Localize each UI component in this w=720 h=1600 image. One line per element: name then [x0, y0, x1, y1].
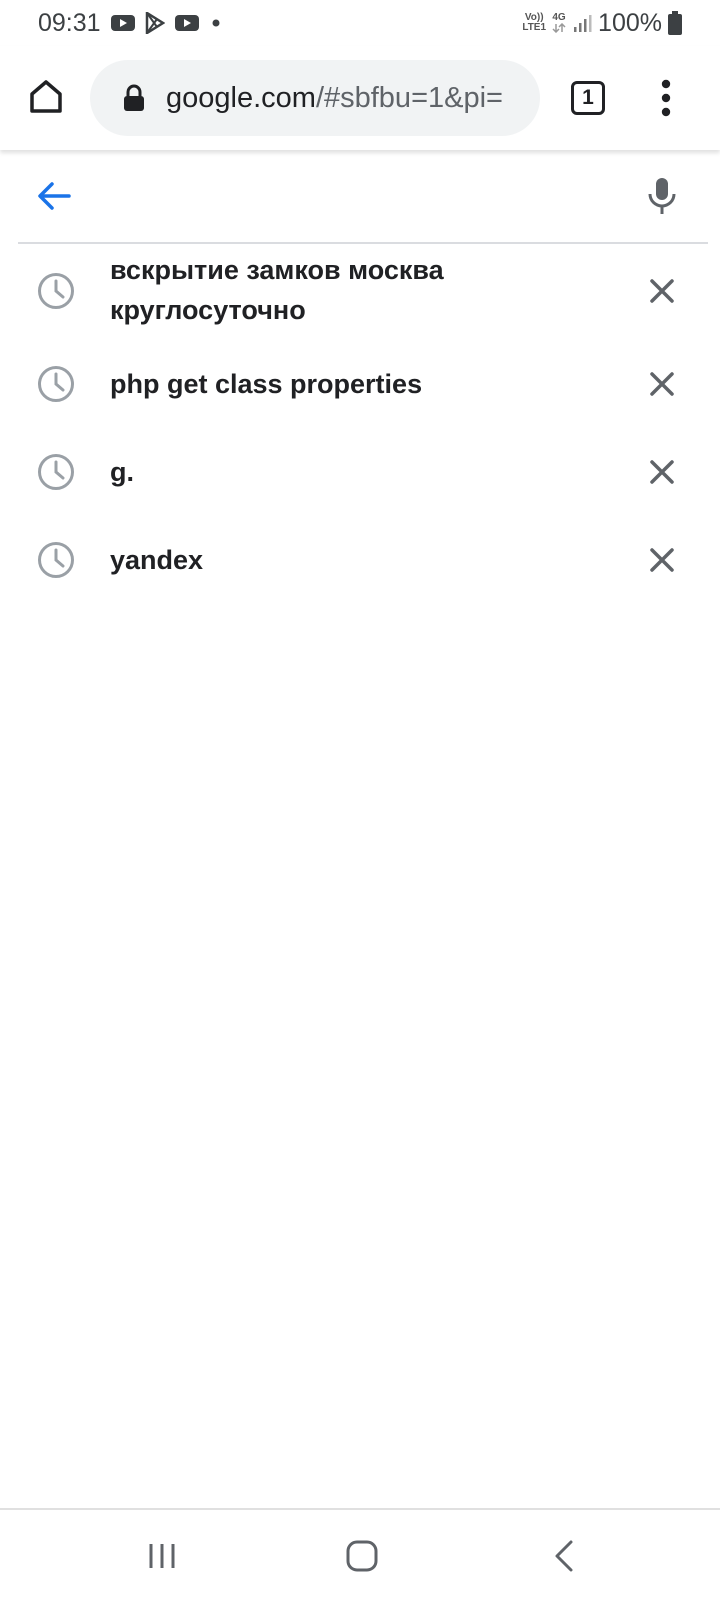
- lte-label: LTE1: [522, 22, 547, 33]
- suggestion-item[interactable]: php get class properties: [0, 338, 720, 426]
- dot-icon: [209, 16, 223, 30]
- address-bar[interactable]: google.com/#sbfbu=1&pi=: [90, 60, 540, 136]
- arrow-back-icon: [38, 182, 71, 210]
- url-host: google.com: [166, 81, 316, 114]
- history-clock-icon: [36, 452, 76, 492]
- history-clock-icon: [36, 540, 76, 580]
- signal-icon: [572, 13, 592, 33]
- status-time: 09:31: [38, 8, 101, 37]
- suggestion-list: вскрытие замков москва круглосуточно php…: [0, 244, 720, 602]
- voice-search-button[interactable]: [640, 172, 684, 220]
- network-label: 4G: [552, 12, 566, 23]
- url-path: /#sbfbu=1&pi=: [315, 81, 503, 114]
- youtube-icon: [110, 14, 135, 32]
- history-clock-icon: [36, 364, 76, 404]
- battery-icon: [668, 11, 682, 35]
- home-icon: [30, 80, 62, 113]
- suggestion-item[interactable]: g.: [0, 426, 720, 514]
- recent-apps-icon: [149, 1544, 175, 1568]
- suggestion-text: g.: [110, 457, 134, 487]
- microphone-icon: [648, 178, 676, 214]
- close-icon: [650, 279, 674, 303]
- close-icon: [650, 372, 674, 396]
- tab-count: 1: [571, 81, 605, 115]
- suggestion-text: вскрытие замков москва круглосуточно: [110, 255, 444, 325]
- overflow-menu-button[interactable]: [644, 72, 688, 124]
- home-nav-button[interactable]: [332, 1534, 392, 1578]
- lock-icon: [120, 82, 148, 114]
- suggestion-text: php get class properties: [110, 369, 423, 399]
- history-clock-icon: [36, 271, 76, 311]
- back-chevron-icon: [555, 1540, 573, 1572]
- play-store-icon: [145, 12, 165, 34]
- suggestion-text: yandex: [110, 545, 204, 575]
- status-right: Vo)) LTE1 4G 100%: [522, 9, 682, 38]
- back-nav-button[interactable]: [534, 1534, 594, 1578]
- suggestion-item[interactable]: вскрытие замков москва круглосуточно: [0, 244, 720, 338]
- home-button[interactable]: [22, 72, 70, 120]
- tab-switcher-button[interactable]: 1: [566, 76, 610, 120]
- network-4g-indicator: 4G: [552, 13, 566, 33]
- recent-apps-button[interactable]: [132, 1534, 192, 1578]
- youtube-icon: [174, 14, 199, 32]
- status-bar: 09:31 Vo)) LTE1 4G 100%: [0, 0, 720, 46]
- status-left: 09:31: [38, 9, 223, 38]
- browser-toolbar: google.com/#sbfbu=1&pi= 1: [0, 46, 720, 150]
- home-circle-icon: [346, 1540, 378, 1572]
- close-icon: [650, 460, 674, 484]
- suggestion-item[interactable]: yandex: [0, 514, 720, 602]
- remove-suggestion-button[interactable]: [644, 454, 680, 490]
- remove-suggestion-button[interactable]: [644, 542, 680, 578]
- system-navigation-bar: [0, 1508, 720, 1600]
- close-icon: [650, 548, 674, 572]
- url-text: google.com/#sbfbu=1&pi=: [166, 82, 503, 115]
- search-input[interactable]: [100, 170, 620, 222]
- remove-suggestion-button[interactable]: [644, 366, 680, 402]
- back-button[interactable]: [32, 174, 76, 218]
- search-row: [0, 150, 720, 242]
- remove-suggestion-button[interactable]: [644, 273, 680, 309]
- battery-text: 100%: [598, 8, 662, 37]
- more-vert-icon: [661, 79, 671, 117]
- volte-indicator: Vo)) LTE1: [522, 13, 546, 33]
